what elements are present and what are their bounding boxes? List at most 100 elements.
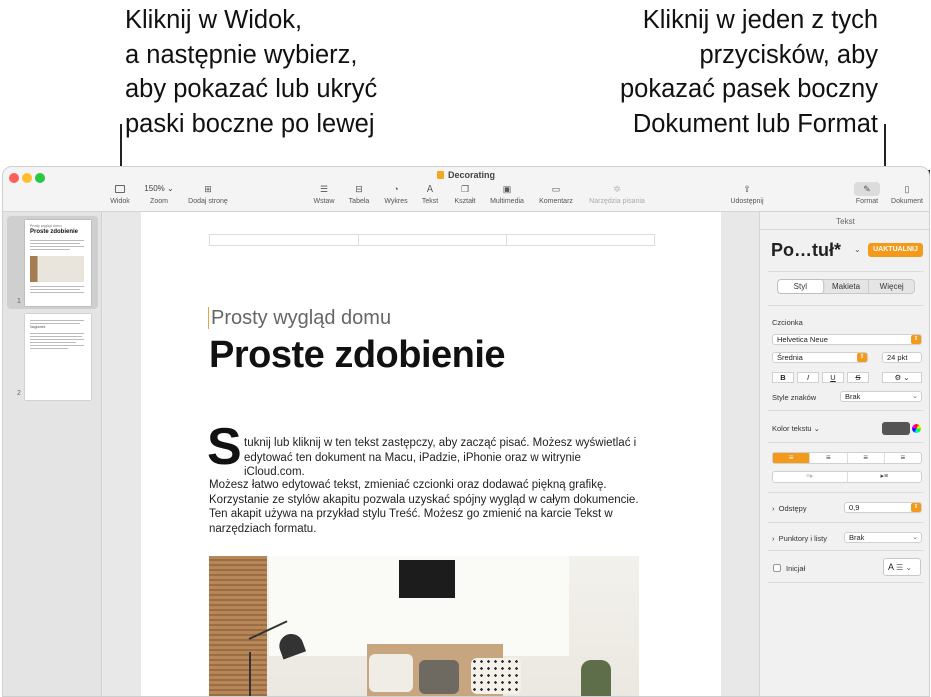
document-subtitle[interactable]: Prosty wygląd domu — [211, 307, 391, 330]
callout-right-line-2: przycisków, aby — [699, 40, 878, 69]
text-box-icon: Ａ — [425, 184, 435, 194]
underline-button[interactable]: U — [822, 372, 844, 383]
callout-right-line-1: Kliknij w jeden z tych — [642, 6, 878, 34]
thumb2-text-line — [30, 345, 84, 346]
comment-button[interactable]: ▭ Komentarz — [528, 184, 584, 205]
decrease-indent-button[interactable]: ≡▸ — [773, 472, 848, 482]
segment-more[interactable]: Więcej — [869, 280, 914, 293]
spacing-label: Odstępy — [778, 504, 807, 513]
bullets-disclosure[interactable]: › Punktory i listy — [772, 534, 827, 543]
zoom-button[interactable]: 150% ⌄ Zoom — [131, 184, 187, 205]
dropcap-style-preview[interactable]: A ☰ ⌄ — [883, 558, 921, 576]
spacing-field[interactable]: 0,9 ⇕ — [844, 502, 922, 513]
increase-indent-button[interactable]: ▸≡ — [848, 472, 922, 482]
font-weight-select[interactable]: Średnia ⇕ — [772, 352, 868, 363]
add-page-button[interactable]: ⊞ Dodaj stronę — [180, 184, 236, 205]
thumb1-photo — [30, 256, 84, 282]
window-title-text: Decorating — [447, 170, 495, 180]
callout-right-line-4: Dokument lub Format — [632, 109, 878, 138]
body-paragraph-1[interactable]: tuknij lub kliknij w ten tekst zastępczy… — [244, 436, 644, 480]
document-label: Dokument — [891, 198, 923, 205]
thumb2-text-line — [30, 333, 84, 334]
panel-divider — [768, 442, 924, 443]
page-number-2: 2 — [17, 390, 21, 397]
strikethrough-button[interactable]: S — [847, 372, 869, 383]
header-fields[interactable] — [209, 234, 655, 246]
char-styles-label: Style znaków — [772, 393, 817, 402]
zoom-value: 150% ⌄ — [144, 184, 174, 193]
panel-divider — [768, 271, 924, 272]
document-page[interactable]: Prosty wygląd domu Proste zdobienie S tu… — [141, 212, 721, 696]
bedroom-photo[interactable] — [209, 556, 639, 696]
panel-divider — [768, 410, 924, 411]
pages-document-icon — [436, 171, 444, 179]
font-section-label: Czcionka — [772, 318, 803, 327]
thumb1-text-line — [30, 249, 70, 250]
font-family-value: Helvetica Neue — [777, 335, 828, 344]
chevron-down-icon[interactable]: ⌄ — [854, 245, 861, 254]
text-color-well[interactable] — [882, 422, 910, 435]
shape-label: Kształt — [454, 198, 476, 205]
thumb1-text-line — [30, 292, 84, 293]
thumb2-heading: Nagłówek — [30, 325, 46, 329]
text-cursor — [208, 307, 209, 329]
font-family-select[interactable]: Helvetica Neue ⇕ — [772, 334, 922, 345]
text-options-button[interactable]: ⚙ ⌄ — [882, 372, 922, 383]
panel-divider — [768, 305, 924, 306]
thumb1-text-line — [30, 246, 84, 247]
share-button[interactable]: ⇪ Udostępnij — [719, 184, 775, 205]
format-sidebar: Tekst Po…tuł* ⌄ UAKTUALNIJ Styl Makieta … — [759, 212, 929, 696]
spacing-disclosure[interactable]: › Odstępy — [772, 504, 807, 513]
segment-style[interactable]: Styl — [778, 280, 824, 293]
color-wheel-icon[interactable] — [912, 424, 921, 433]
char-styles-select[interactable]: Brak ⌄ — [840, 391, 922, 402]
media-button[interactable]: ▣ Multimedia — [479, 184, 535, 205]
photo-pillow — [419, 660, 459, 694]
spacing-value: 0,9 — [849, 503, 860, 512]
window-title: Decorating — [3, 170, 929, 180]
font-size-field[interactable]: 24 pkt — [882, 352, 922, 363]
photo-pillow — [471, 658, 521, 694]
italic-button[interactable]: I — [797, 372, 819, 383]
bullets-select[interactable]: Brak ⌄ — [844, 532, 922, 543]
dropcap-label: Inicjał — [786, 564, 806, 573]
stepper-icon: ⇕ — [857, 353, 867, 362]
format-label: Format — [855, 198, 879, 205]
panel-divider — [768, 492, 924, 493]
text-color-label[interactable]: Kolor tekstu ⌄ — [772, 424, 820, 433]
drop-cap[interactable]: S — [207, 421, 242, 473]
update-style-button[interactable]: UAKTUALNIJ — [868, 243, 923, 257]
dropcap-checkbox[interactable] — [773, 564, 781, 572]
body-paragraph-2[interactable]: Możesz łatwo edytować tekst, zmieniać cz… — [209, 478, 649, 536]
view-label: Widok — [110, 198, 130, 205]
panel-tab-text[interactable]: Tekst — [760, 217, 929, 226]
align-justify-button[interactable]: ≡ — [885, 453, 921, 463]
dropcap-preview-letter: A — [888, 562, 894, 572]
media-label: Multimedia — [490, 198, 524, 205]
gear-icon: ⚙ ⌄ — [894, 373, 910, 382]
paragraph-style-name[interactable]: Po…tuł* — [771, 240, 841, 261]
share-label: Udostępnij — [730, 198, 764, 205]
chevron-down-icon: ⌄ — [912, 393, 918, 400]
document-title[interactable]: Proste zdobienie — [209, 334, 506, 377]
align-left-button[interactable]: ≡ — [773, 453, 811, 463]
plus-square-icon: ⊞ — [204, 184, 212, 194]
writing-tools-label: Narzędzia pisania — [589, 198, 645, 205]
disclosure-chevron-icon: › — [772, 504, 775, 513]
callout-right-line-3: pokazać pasek boczny — [620, 75, 878, 103]
thumb1-text-line — [30, 286, 84, 287]
page-thumbnail-2[interactable]: Nagłówek — [25, 314, 91, 400]
callout-left-line-3: aby pokazać lub ukryć — [125, 75, 378, 103]
align-center-button[interactable]: ≡ — [810, 453, 848, 463]
thumb1-title: Proste zdobienie — [30, 229, 79, 235]
document-button[interactable]: ▯ Dokument — [879, 184, 929, 205]
photo-plant — [581, 660, 611, 696]
bold-button[interactable]: B — [772, 372, 794, 383]
sparkle-icon: ✲ — [613, 184, 621, 194]
photo-lamp-stand — [249, 652, 251, 696]
align-right-button[interactable]: ≡ — [848, 453, 885, 463]
writing-tools-button[interactable]: ✲ Narzędzia pisania — [579, 184, 655, 205]
segment-layout[interactable]: Makieta — [824, 280, 870, 293]
comment-icon: ▭ — [551, 184, 561, 194]
page-thumbnail-1[interactable]: Prosty wygląd domu Proste zdobienie — [25, 220, 91, 306]
